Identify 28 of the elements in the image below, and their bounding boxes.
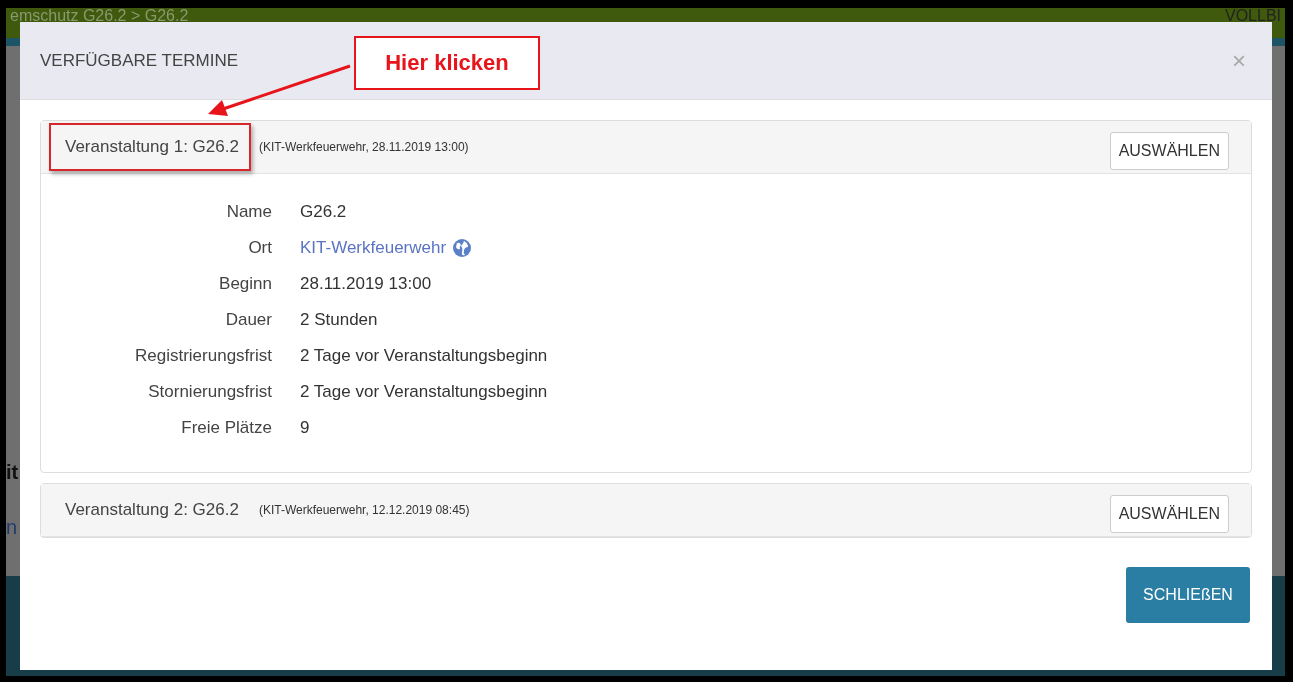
header-text: VOLLBI (1224, 8, 1281, 24)
detail-label: Dauer (224, 310, 272, 330)
modal-title: VERFÜGBARE TERMINE (40, 50, 239, 71)
detail-label: Freie Plätze (180, 418, 272, 438)
detail-value: G26.2 (300, 202, 347, 222)
detail-label: Registrierungsfrist (134, 346, 272, 366)
select-button[interactable]: AUSWÄHLEN (1109, 495, 1229, 533)
event-subtitle: (KIT-Werkfeuerwehr, 28.11.2019 13:00) (258, 140, 469, 154)
detail-value: 28.11.2019 13:00 (300, 274, 432, 294)
detail-label: Stornierungsfrist (147, 382, 272, 402)
detail-value: 2 Stunden (300, 310, 378, 330)
breadcrumb: emschutz G26.2 > G26.2 (10, 8, 189, 24)
detail-label: Beginn (218, 274, 272, 294)
location-link[interactable]: KIT-Werkfeuerwehr (300, 238, 447, 258)
event-subtitle: (KIT-Werkfeuerwehr, 12.12.2019 08:45) (258, 503, 470, 517)
close-dialog-button[interactable]: SCHLIEßEN (1126, 567, 1250, 623)
detail-value: 2 Tage vor Veranstaltungsbeginn (300, 382, 548, 402)
background-text: n (6, 516, 18, 539)
background-text: it (6, 461, 19, 484)
globe-icon[interactable] (452, 238, 473, 258)
select-button[interactable]: AUSWÄHLEN (1109, 132, 1229, 170)
event-title[interactable]: Veranstaltung 2: G26.2 (49, 486, 251, 534)
annotation-callout: Hier klicken (354, 36, 540, 90)
detail-label: Ort (247, 238, 272, 258)
detail-value: 2 Tage vor Veranstaltungsbeginn (300, 346, 548, 366)
detail-label: Name (225, 202, 272, 222)
detail-value: 9 (300, 418, 310, 438)
event-title[interactable]: Veranstaltung 1: G26.2 (49, 123, 251, 171)
